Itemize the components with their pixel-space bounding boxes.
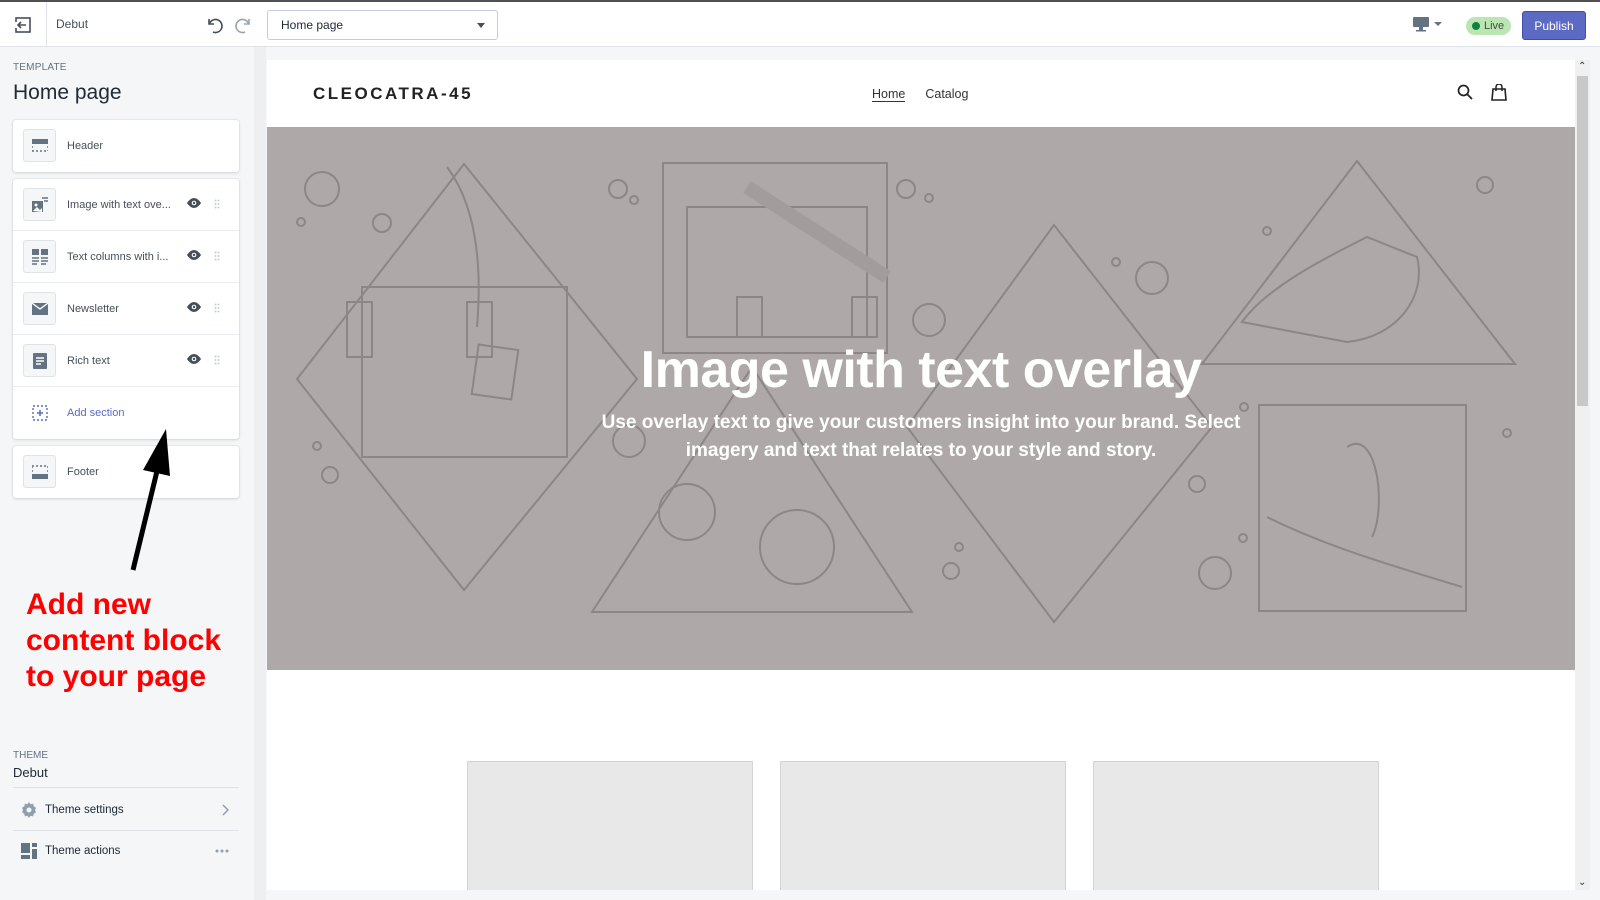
- column-image-placeholder: [1093, 761, 1379, 890]
- text-columns-placeholders: [467, 761, 1379, 890]
- theme-name: Debut: [56, 17, 89, 31]
- hero-subtitle: Use overlay text to give your customers …: [601, 412, 1241, 461]
- envelope-icon: [23, 292, 56, 325]
- template-title: Home page: [13, 81, 122, 104]
- chevron-down-icon: [1434, 22, 1442, 26]
- redo-button[interactable]: [232, 13, 256, 37]
- rich-text-icon: [23, 344, 56, 377]
- column-image-placeholder: [780, 761, 1066, 890]
- live-label: Live: [1484, 20, 1505, 32]
- annotation-line: content block: [26, 624, 222, 657]
- theme-actions-link[interactable]: Theme actions: [13, 831, 239, 871]
- page-select[interactable]: Home page: [267, 10, 498, 40]
- theme-actions-icon: [21, 843, 37, 859]
- more-horizontal-icon[interactable]: [215, 849, 229, 853]
- live-dot-icon: [1472, 22, 1480, 30]
- drag-handle-icon[interactable]: [214, 355, 220, 365]
- divider: [13, 787, 239, 788]
- header-icons: [1457, 84, 1507, 101]
- section-text-columns-with-images[interactable]: Text columns with i...: [13, 231, 239, 283]
- template-label: TEMPLATE: [13, 62, 67, 73]
- desktop-icon: [1413, 17, 1429, 32]
- chevron-right-icon: [222, 804, 229, 816]
- section-rich-text[interactable]: Rich text: [13, 335, 239, 387]
- chevron-down-icon: [477, 23, 485, 28]
- drag-handle-icon[interactable]: [214, 251, 220, 261]
- annotation-arrow-icon: [130, 429, 170, 571]
- cart-icon[interactable]: [1491, 84, 1507, 101]
- hero-image-with-text-overlay[interactable]: Image with text overlay Use overlay text…: [267, 127, 1575, 670]
- text-columns-icon: [23, 240, 56, 273]
- section-label: Footer: [67, 466, 99, 478]
- scrollbar-thumb[interactable]: [1577, 76, 1588, 406]
- eye-icon[interactable]: [187, 198, 201, 208]
- preview-scrollbar[interactable]: ⌃ ⌄: [1575, 60, 1590, 890]
- search-icon[interactable]: [1457, 84, 1473, 100]
- sidebar: TEMPLATE Home page Header Image with tex…: [0, 47, 255, 900]
- store-preview: CLEOCATRA-45 Home Catalog Image with tex…: [267, 60, 1575, 890]
- add-section-label: Add section: [67, 407, 125, 419]
- footer-layout-icon: [23, 455, 56, 488]
- nav-home[interactable]: Home: [872, 87, 906, 102]
- theme-settings-link[interactable]: Theme settings: [13, 790, 239, 830]
- device-preview-toggle[interactable]: [1412, 16, 1442, 32]
- column-image-placeholder: [467, 761, 753, 890]
- eye-icon[interactable]: [187, 250, 201, 260]
- annotation-line: Add new: [26, 588, 151, 621]
- page-select-value: Home page: [281, 18, 344, 32]
- theme-label: THEME: [13, 750, 48, 761]
- section-header[interactable]: Header: [13, 120, 239, 172]
- undo-icon: [208, 18, 223, 34]
- eye-icon[interactable]: [187, 354, 201, 364]
- section-label: Text columns with i...: [67, 250, 169, 263]
- live-status-badge: Live: [1466, 17, 1512, 35]
- theme-settings-label: Theme settings: [45, 804, 124, 816]
- undo-button[interactable]: [202, 13, 226, 37]
- sidebar-scrollbar[interactable]: [254, 47, 266, 900]
- header-card: Header: [13, 120, 239, 172]
- eye-icon[interactable]: [187, 302, 201, 312]
- nav-catalog[interactable]: Catalog: [925, 87, 968, 102]
- annotation-line: to your page: [26, 660, 207, 693]
- drag-handle-icon[interactable]: [214, 303, 220, 313]
- image-text-icon: [23, 188, 56, 221]
- publish-button[interactable]: Publish: [1522, 11, 1586, 40]
- exit-button[interactable]: [0, 2, 47, 47]
- store-logo[interactable]: CLEOCATRA-45: [313, 84, 473, 104]
- add-section-icon: [23, 396, 56, 429]
- exit-icon: [14, 16, 31, 33]
- store-header: CLEOCATRA-45 Home Catalog: [267, 60, 1575, 127]
- gear-icon: [22, 802, 36, 818]
- drag-handle-icon[interactable]: [214, 199, 220, 209]
- section-image-with-text-overlay[interactable]: Image with text ove...: [13, 179, 239, 231]
- scroll-down-icon[interactable]: ⌄: [1578, 877, 1586, 888]
- top-bar: Debut Home page Live Publish: [0, 0, 1600, 47]
- store-nav: Home Catalog: [872, 87, 968, 102]
- redo-icon: [235, 18, 250, 34]
- scroll-up-icon[interactable]: ⌃: [1578, 61, 1586, 72]
- section-label: Image with text ove...: [67, 198, 171, 211]
- header-layout-icon: [23, 129, 56, 162]
- annotation-text: Add new content block to your page: [26, 587, 221, 695]
- section-label: Rich text: [67, 354, 110, 367]
- sections-card: Image with text ove... Text columns with…: [13, 179, 239, 439]
- hero-title: Image with text overlay: [640, 341, 1202, 399]
- theme-name: Debut: [13, 765, 48, 780]
- section-label: Header: [67, 140, 104, 152]
- theme-actions-label: Theme actions: [45, 845, 121, 857]
- section-newsletter[interactable]: Newsletter: [13, 283, 239, 335]
- section-label: Newsletter: [67, 302, 119, 315]
